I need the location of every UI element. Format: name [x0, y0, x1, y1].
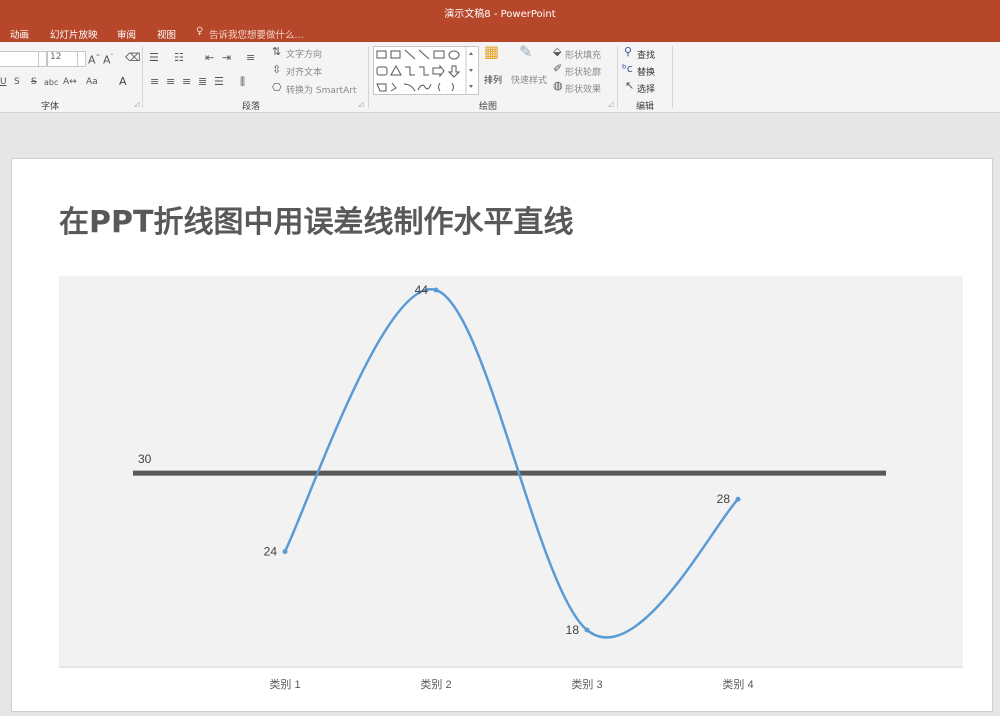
editing-group-label: 编辑 — [636, 102, 655, 112]
select-button[interactable]: 选择 — [637, 82, 655, 95]
drawing-dialog-launcher-icon[interactable]: ◿ — [608, 100, 613, 108]
decrease-indent-icon[interactable]: ⇤ — [205, 52, 214, 64]
slide-canvas[interactable]: 在PPT折线图中用误差线制作水平直线 30 24 44 18 28 类别 1 类别 2 类别 … — [11, 158, 993, 712]
tab-slideshow[interactable]: 幻灯片放映 — [50, 27, 98, 41]
char-spacing-icon[interactable]: abc — [44, 77, 58, 89]
data-point[interactable] — [282, 549, 288, 555]
drawing-group-label: 绘图 — [479, 102, 498, 112]
line-chart[interactable]: 30 24 44 18 28 类别 1 类别 2 类别 3 类别 4 — [59, 276, 963, 701]
x-tick-label: 类别 4 — [722, 677, 753, 691]
align-center-icon[interactable]: ≡ — [166, 76, 175, 88]
ribbon-tabs: 动画 幻灯片放映 审阅 视图 ♀ 告诉我您想要做什么... — [0, 22, 1000, 42]
divider — [617, 46, 618, 108]
font-size-box[interactable]: 12 — [47, 51, 79, 67]
font-name-dropdown[interactable] — [38, 51, 47, 67]
align-text-button[interactable]: 对齐文本 — [286, 65, 322, 78]
line-spacing-top-icon[interactable]: ≡ — [246, 52, 255, 64]
text-direction-icon: ⇅ — [272, 45, 282, 58]
smartart-icon: ⎔ — [272, 81, 282, 94]
effects-icon: ◍ — [553, 79, 563, 92]
font-name-box[interactable] — [0, 51, 42, 67]
font-size-dropdown[interactable] — [77, 51, 86, 67]
tell-me-input[interactable]: 告诉我您想要做什么... — [209, 27, 304, 41]
cursor-icon: ↖ — [625, 79, 635, 92]
paragraph-dialog-launcher-icon[interactable]: ◿ — [358, 100, 363, 108]
font-group-label: 字体 — [41, 102, 60, 112]
arrange-button[interactable]: 排列 — [484, 73, 502, 86]
font-color-icon[interactable]: A — [119, 76, 127, 88]
data-point[interactable] — [584, 627, 590, 633]
bullets-icon[interactable]: ☰ — [149, 52, 159, 64]
x-tick-label: 类别 2 — [420, 677, 451, 691]
divider — [368, 46, 369, 108]
numbering-icon[interactable]: ☷ — [174, 52, 184, 64]
justify-icon[interactable]: ≣ — [198, 76, 207, 88]
find-button[interactable]: 查找 — [637, 48, 655, 61]
spacing-icon[interactable]: A↔ — [63, 76, 77, 88]
paragraph-group-label: 段落 — [242, 102, 261, 112]
data-label: 44 — [415, 283, 429, 297]
lightbulb-icon: ♀ — [196, 26, 204, 37]
distributed-icon[interactable]: ☰ — [214, 76, 224, 88]
underline-icon[interactable]: U — [0, 76, 7, 88]
reference-line-label: 30 — [138, 452, 152, 466]
window-title: 演示文稿8 - PowerPoint — [444, 9, 556, 20]
shape-outline-button[interactable]: 形状轮廓 — [565, 65, 601, 78]
slide-title[interactable]: 在PPT折线图中用误差线制作水平直线 — [59, 197, 573, 241]
align-text-icon: ⇳ — [272, 63, 282, 76]
increase-indent-icon[interactable]: ⇥ — [222, 52, 231, 64]
align-left-icon[interactable]: ≡ — [150, 76, 159, 88]
replace-button[interactable]: 替换 — [637, 65, 655, 78]
ribbon: 12 A^ Aˇ ⌫ U S S abc A↔ Aa A 字体 ◿ ☰ ☷ ⇤ … — [0, 42, 1000, 113]
x-tick-label: 类别 1 — [269, 677, 300, 691]
workspace-background — [0, 113, 1000, 158]
decrease-font-icon[interactable]: Aˇ — [103, 52, 114, 67]
align-right-icon[interactable]: ≡ — [182, 76, 191, 88]
paint-bucket-icon: ⬙ — [553, 45, 562, 58]
tab-view[interactable]: 视图 — [157, 27, 176, 41]
data-point[interactable] — [433, 287, 439, 293]
increase-font-icon[interactable]: A^ — [88, 52, 101, 67]
convert-smartart-button[interactable]: 转换为 SmartArt — [286, 83, 356, 96]
columns-icon[interactable]: ⫼ — [240, 76, 245, 88]
shapes-gallery[interactable] — [373, 46, 479, 95]
divider — [142, 46, 143, 108]
shadow-icon[interactable]: S — [14, 76, 20, 88]
data-label: 28 — [717, 492, 731, 506]
divider — [672, 46, 673, 108]
text-direction-button[interactable]: 文字方向 — [286, 47, 322, 60]
pen-icon: ✐ — [553, 62, 563, 75]
search-icon: ⚲ — [624, 45, 633, 58]
quick-styles-icon: ✎ — [519, 42, 533, 61]
change-case-icon[interactable]: Aa — [86, 76, 98, 88]
tab-animations[interactable]: 动画 — [10, 27, 29, 41]
shape-effects-button[interactable]: 形状效果 — [565, 82, 601, 95]
data-label: 24 — [264, 545, 278, 559]
title-bar: 演示文稿8 - PowerPoint — [0, 0, 1000, 22]
data-point[interactable] — [735, 496, 741, 502]
replace-icon: ᵇc — [622, 62, 633, 75]
tab-review[interactable]: 审阅 — [117, 27, 136, 41]
clear-formatting-icon[interactable]: ⌫ — [125, 52, 141, 64]
shape-fill-button[interactable]: 形状填充 — [565, 48, 601, 61]
font-dialog-launcher-icon[interactable]: ◿ — [134, 100, 139, 108]
x-tick-label: 类别 3 — [571, 677, 602, 691]
arrange-icon: ▦ — [484, 42, 500, 61]
data-label: 18 — [566, 623, 580, 637]
strikethrough-icon[interactable]: S — [31, 76, 37, 88]
quick-styles-button[interactable]: 快速样式 — [511, 73, 547, 86]
